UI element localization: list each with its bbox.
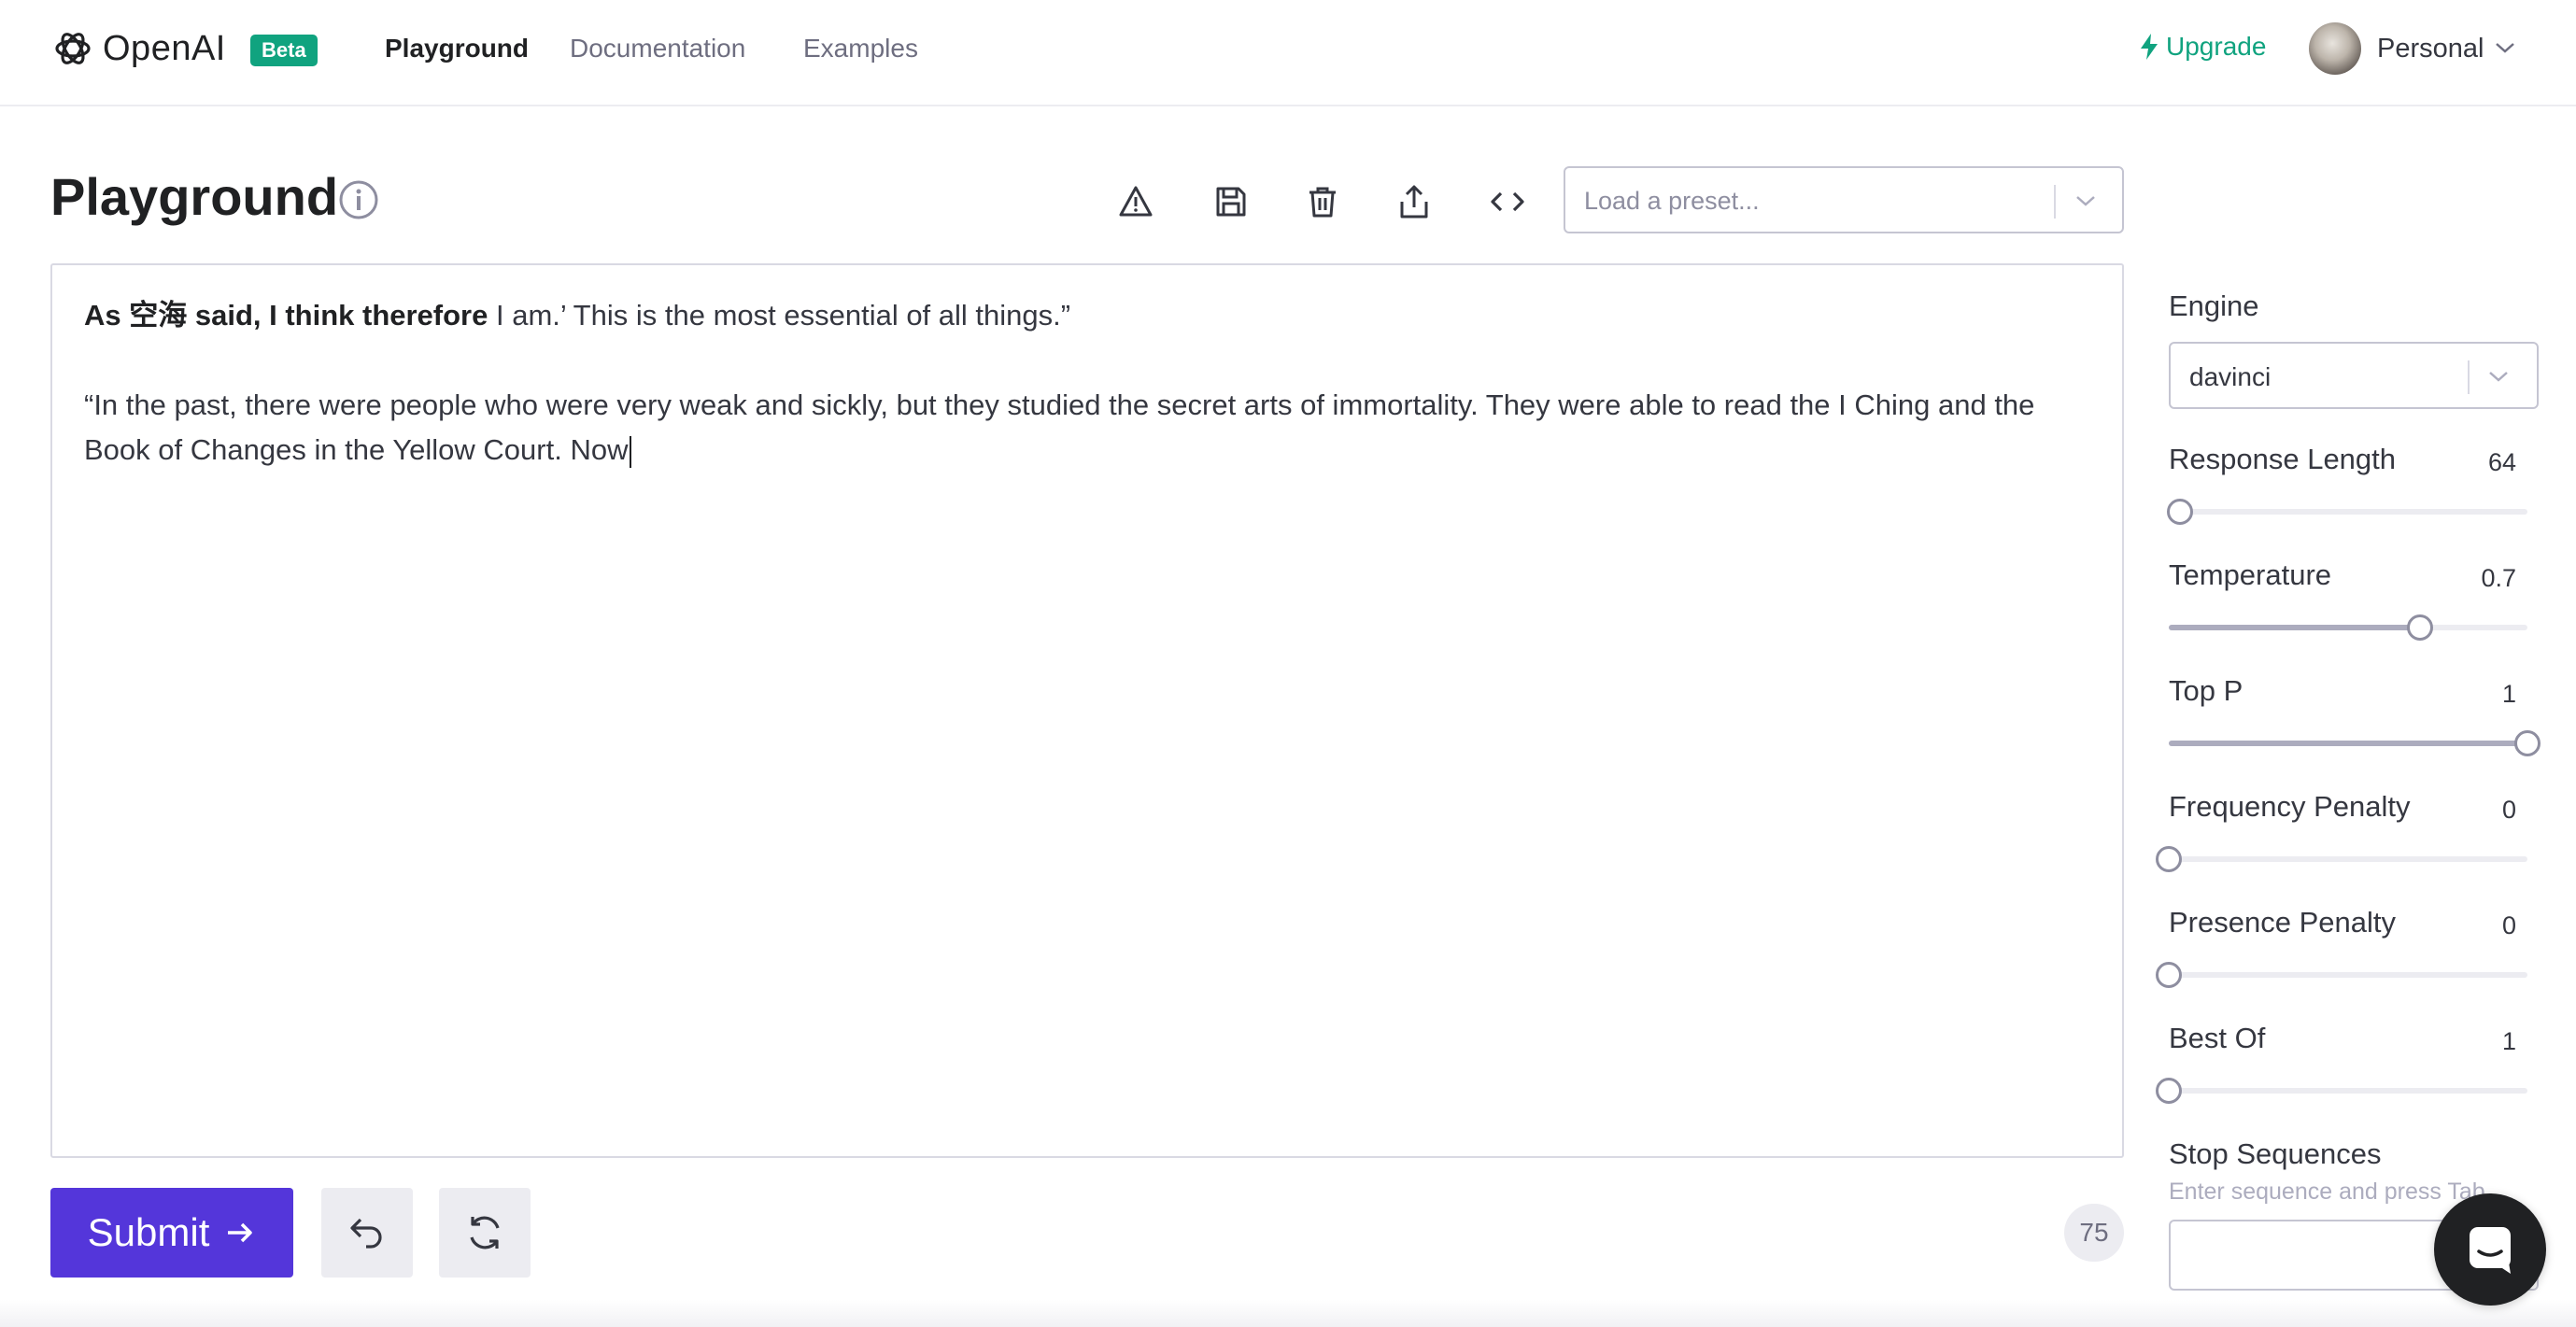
help-chat-button[interactable] [2434,1193,2546,1306]
lightning-icon [2141,34,2158,60]
info-icon[interactable] [338,179,379,220]
beta-badge: Beta [250,35,318,66]
prompt-editor[interactable]: As 空海 said, I think therefore I am.’ Thi… [50,263,2124,1158]
slider-fill [2169,625,2420,630]
bottom-fade [0,1300,2576,1327]
slider-thumb[interactable] [2156,1078,2182,1104]
preset-select[interactable]: Load a preset... [1564,166,2124,233]
stop-sequences-hint: Enter sequence and press Tab [2169,1179,2485,1205]
slider-thumb[interactable] [2406,614,2433,641]
presence-penalty-slider[interactable] [2156,962,2527,988]
warning-icon [1119,186,1153,217]
submit-label: Submit [87,1210,210,1254]
logo-text: OpenAI [103,28,226,68]
text-caret [630,435,632,468]
chevron-down-icon [2076,196,2095,206]
undo-button[interactable] [321,1188,413,1278]
share-icon [1400,185,1428,219]
account-label[interactable]: Personal [2377,34,2484,64]
openai-logo-icon [55,33,91,64]
frequency-penalty-value: 0 [2501,796,2516,824]
editor-bold-text: As 空海 said, I think therefore [84,299,488,332]
slider-thumb[interactable] [2514,730,2541,756]
stop-sequences-label: Stop Sequences [2169,1137,2382,1170]
slider-track [2169,1088,2527,1094]
trash-icon [1309,187,1336,218]
upgrade-link[interactable]: Upgrade [2138,32,2266,62]
save-icon [1216,187,1246,217]
slider-thumb[interactable] [2156,846,2182,872]
slider-track [2169,509,2527,515]
engine-value: davinci [2189,362,2272,391]
token-count-badge: 75 [2064,1204,2124,1262]
share-button[interactable] [1392,179,1437,224]
editor-paragraph-1: As 空海 said, I think therefore I am.’ Thi… [84,293,2092,338]
slider-track [2169,972,2527,978]
nav-link-documentation[interactable]: Documentation [570,34,745,64]
arrow-right-icon [228,1222,253,1243]
top-nav: OpenAI Beta Playground Documentation Exa… [0,0,2576,106]
top-p-slider[interactable] [2169,730,2541,756]
top-p-value: 1 [2501,680,2516,708]
editor-paragraph-2: “In the past, there were people who were… [84,383,2092,473]
slider-fill [2169,741,2527,746]
best-of-label: Best Of [2169,1022,2266,1054]
engine-label: Engine [2169,289,2259,322]
temperature-label: Temperature [2169,558,2332,591]
upgrade-label: Upgrade [2166,32,2267,61]
slider-thumb[interactable] [2166,499,2193,525]
chevron-down-icon [2489,372,2508,382]
top-p-label: Top P [2169,674,2243,707]
nav-link-playground[interactable]: Playground [385,34,529,64]
chat-icon [2470,1227,2511,1274]
best-of-value: 1 [2501,1027,2516,1055]
slider-track [2169,856,2527,862]
presence-penalty-label: Presence Penalty [2169,906,2396,939]
avatar[interactable] [2309,22,2361,75]
response-length-label: Response Length [2169,443,2397,475]
code-icon [1491,191,1524,212]
save-button[interactable] [1209,179,1253,224]
warning-button[interactable] [1113,179,1158,224]
preset-separator [2054,185,2056,219]
undo-icon [350,1218,382,1249]
engine-select[interactable]: davinci [2169,342,2539,409]
submit-button[interactable]: Submit [50,1188,293,1278]
editor-text: I am.’ This is the most essential of all… [488,299,1071,332]
nav-link-examples[interactable]: Examples [803,34,918,64]
frequency-penalty-slider[interactable] [2156,846,2527,872]
presence-penalty-value: 0 [2501,911,2516,939]
preset-placeholder: Load a preset... [1584,187,1760,215]
slider-thumb[interactable] [2156,962,2182,988]
regenerate-icon [470,1216,500,1249]
response-length-slider[interactable] [2166,499,2527,525]
engine-separator [2468,360,2470,394]
editor-text: “In the past, there were people who were… [84,388,2035,466]
regenerate-button[interactable] [439,1188,531,1278]
frequency-penalty-label: Frequency Penalty [2169,790,2411,823]
delete-button[interactable] [1300,179,1345,224]
response-length-value: 64 [2487,448,2516,476]
chevron-down-icon[interactable] [2494,39,2516,56]
temperature-slider[interactable] [2169,614,2527,641]
best-of-slider[interactable] [2156,1078,2527,1104]
temperature-value: 0.7 [2481,564,2516,592]
openai-logo[interactable]: OpenAI [50,26,226,71]
code-button[interactable] [1485,179,1530,224]
page-title: Playground [50,167,339,226]
